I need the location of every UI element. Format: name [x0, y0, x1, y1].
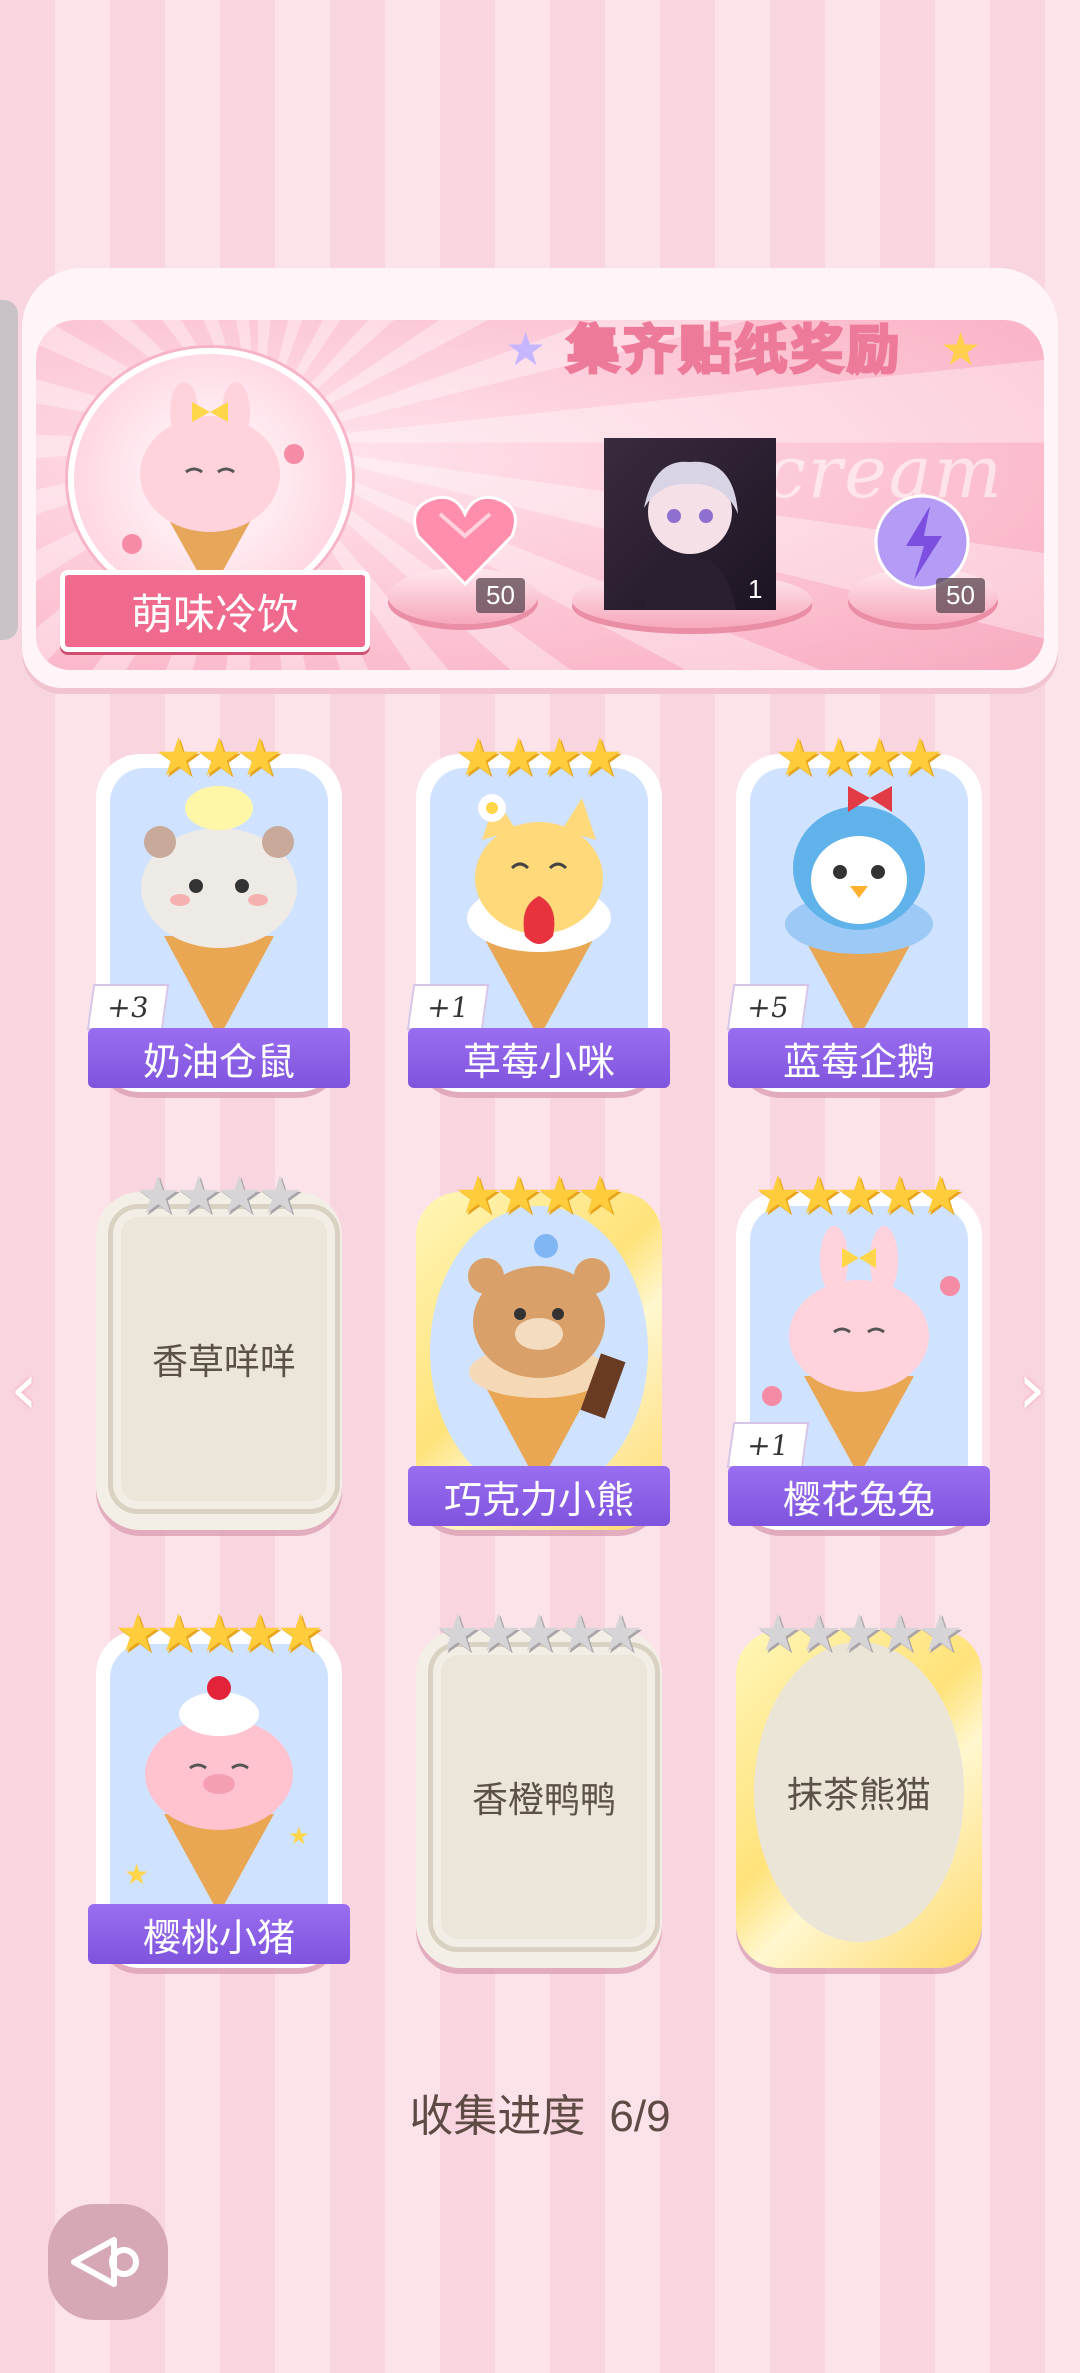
sticker-card-locked[interactable]: 香草咩咩 ★ ★ ★ ★	[96, 1170, 342, 1530]
star-empty-icon: ★	[754, 1604, 802, 1664]
progress-label: 收集进度	[409, 2091, 586, 2142]
side-drawer-tab[interactable]	[0, 300, 18, 640]
panel-title-text: 集齐贴纸奖励	[565, 319, 903, 382]
star-rating: ★ ★ ★ ★ ★	[416, 1600, 662, 1660]
energy-orb-icon[interactable]	[872, 492, 972, 592]
card-art: ★ ★	[110, 1644, 328, 1934]
duplicate-count-badge: +1	[726, 1422, 810, 1468]
star-filled-icon: ★	[454, 728, 502, 788]
sticker-card[interactable]: ★ ★ 樱桃小猪 ★ ★ ★ ★ ★	[88, 1608, 350, 1968]
star-filled-icon: ★	[195, 728, 243, 788]
locked-card-face: 香草咩咩	[108, 1204, 340, 1514]
star-filled-icon: ★	[576, 728, 624, 788]
star-filled-icon: ★	[276, 1604, 324, 1664]
star-filled-icon: ★	[815, 728, 862, 788]
star-empty-icon: ★	[256, 1166, 304, 1226]
sticker-card-locked[interactable]: 抹茶熊猫 ★ ★ ★ ★ ★	[736, 1608, 982, 1968]
star-filled-icon: ★	[795, 1166, 842, 1226]
pig-icecream-icon: ★ ★	[124, 1676, 310, 1914]
star-rating: ★ ★ ★ ★	[416, 724, 662, 784]
star-filled-icon: ★	[236, 1604, 283, 1664]
star-filled-icon: ★	[495, 728, 542, 788]
card-name: 巧克力小熊	[408, 1466, 670, 1526]
purple-star-icon: ★	[505, 322, 547, 376]
star-filled-icon: ★	[774, 728, 822, 788]
star-filled-icon: ★	[155, 728, 202, 788]
back-arrow-icon	[71, 2237, 139, 2287]
sticker-card[interactable]: 巧克力小熊 ★ ★ ★ ★	[408, 1170, 670, 1530]
star-filled-icon: ★	[454, 1166, 502, 1226]
duplicate-count-badge: +3	[86, 984, 170, 1030]
collection-progress: 收集进度 6/9	[0, 2080, 1080, 2144]
star-empty-icon: ★	[134, 1166, 182, 1226]
star-filled-icon: ★	[536, 728, 583, 788]
star-rating: ★ ★ ★ ★ ★	[736, 1600, 982, 1660]
star-filled-icon: ★	[114, 1604, 162, 1664]
sticker-card[interactable]: +3 奶油仓鼠 ★ ★ ★	[86, 732, 350, 1092]
locked-card-face: 香橙鸭鸭	[428, 1642, 660, 1952]
star-empty-icon: ★	[596, 1604, 644, 1664]
star-filled-icon: ★	[856, 728, 903, 788]
card-name: 香橙鸭鸭	[471, 1780, 616, 1821]
sticker-card[interactable]: +5 蓝莓企鹅 ★ ★ ★ ★	[726, 732, 990, 1092]
back-button[interactable]	[48, 2204, 168, 2320]
reward-count-energy: 50	[936, 578, 985, 613]
star-rating: ★ ★ ★ ★ ★	[736, 1162, 982, 1222]
card-name: 樱桃小猪	[88, 1904, 350, 1964]
star-rating: ★ ★ ★ ★	[736, 724, 982, 784]
card-name: 香草咩咩	[151, 1342, 296, 1383]
star-empty-icon: ★	[434, 1604, 482, 1664]
card-name: 蓝莓企鹅	[728, 1028, 990, 1088]
featured-name-ribbon: 萌味冷饮	[60, 570, 370, 652]
svg-text:★: ★	[288, 1822, 310, 1850]
star-filled-icon: ★	[876, 1166, 923, 1226]
sticker-card-locked[interactable]: 香橙鸭鸭 ★ ★ ★ ★ ★	[416, 1608, 662, 1968]
star-empty-icon: ★	[835, 1604, 883, 1664]
star-filled-icon: ★	[195, 1604, 243, 1664]
star-filled-icon: ★	[835, 1166, 883, 1226]
star-rating: ★ ★ ★	[96, 724, 342, 784]
card-art	[430, 1206, 648, 1496]
locked-card-face: 抹茶熊猫	[754, 1642, 964, 1942]
panel-title: 集齐贴纸奖励	[525, 300, 945, 390]
sticker-card[interactable]: +1 樱花兔兔 ★ ★ ★ ★ ★	[726, 1170, 990, 1530]
yellow-star-icon: ★	[940, 322, 982, 376]
card-name: 樱花兔兔	[728, 1466, 990, 1526]
star-empty-icon: ★	[175, 1166, 222, 1226]
next-page-arrow-icon[interactable]: ›	[1018, 1348, 1046, 1430]
star-filled-icon: ★	[896, 728, 944, 788]
sticker-card[interactable]: +1 草莓小咪 ★ ★ ★ ★	[406, 732, 670, 1092]
prev-page-arrow-icon[interactable]: ‹	[10, 1348, 38, 1430]
star-filled-icon: ★	[155, 1604, 202, 1664]
svg-text:★: ★	[124, 1858, 149, 1891]
star-filled-icon: ★	[916, 1166, 964, 1226]
star-empty-icon: ★	[876, 1604, 923, 1664]
star-empty-icon: ★	[556, 1604, 603, 1664]
star-empty-icon: ★	[216, 1166, 263, 1226]
duplicate-count-badge: +5	[726, 984, 810, 1030]
star-filled-icon: ★	[536, 1166, 583, 1226]
star-empty-icon: ★	[475, 1604, 522, 1664]
duplicate-count-badge: +1	[406, 984, 490, 1030]
star-filled-icon: ★	[754, 1166, 802, 1226]
star-rating: ★ ★ ★ ★	[96, 1162, 342, 1222]
card-name: 奶油仓鼠	[88, 1028, 350, 1088]
progress-value: 6/9	[609, 2092, 671, 2141]
reward-count-character: 1	[748, 574, 763, 604]
heart-gem-icon[interactable]	[410, 492, 520, 588]
star-empty-icon: ★	[515, 1604, 563, 1664]
star-filled-icon: ★	[495, 1166, 542, 1226]
card-name: 抹茶熊猫	[786, 1775, 931, 1816]
star-filled-icon: ★	[576, 1166, 624, 1226]
reward-count-gems: 50	[476, 578, 525, 613]
bunny-icecream-icon	[122, 382, 304, 594]
star-empty-icon: ★	[916, 1604, 964, 1664]
star-rating: ★ ★ ★ ★ ★	[96, 1600, 342, 1660]
star-filled-icon: ★	[236, 728, 283, 788]
card-name: 草莓小咪	[408, 1028, 670, 1088]
star-rating: ★ ★ ★ ★	[416, 1162, 662, 1222]
star-empty-icon: ★	[795, 1604, 842, 1664]
bear-icecream-icon	[468, 1234, 626, 1486]
